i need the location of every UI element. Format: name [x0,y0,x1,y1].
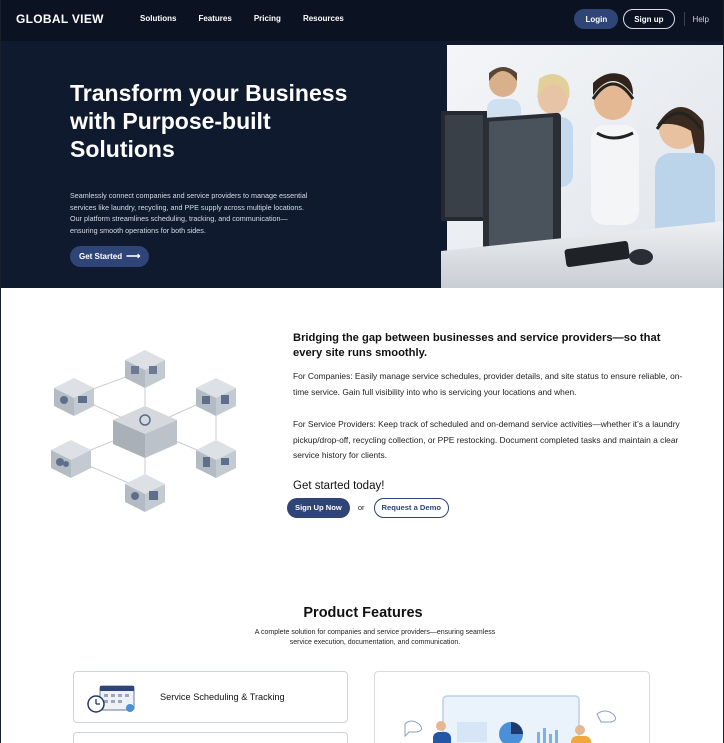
or-label: or [357,503,365,512]
brand-logo[interactable]: GLOBAL VIEW [16,12,104,26]
bridge-title: Bridging the gap between businesses and … [293,332,661,359]
cta-row: Sign Up Now or Request a Demo [287,497,683,518]
nav-link-solutions[interactable]: Solutions [140,14,176,23]
nav-link-pricing[interactable]: Pricing [254,14,281,23]
bridge-section: Bridging the gap between businesses and … [287,331,683,518]
features-title: Product Features [303,605,423,621]
page: GLOBAL VIEW Solutions Features Pricing R… [0,0,724,743]
signup-button[interactable]: Sign up [623,9,675,29]
nav-link-resources[interactable]: Resources [303,14,344,23]
get-started-heading: Get started today! [293,479,385,492]
help-link[interactable]: Help [693,15,709,24]
nav-actions: Login Sign up Help [574,9,709,29]
companies-text: For Companies: Easily manage service sch… [293,371,683,397]
providers-text: For Service Providers: Keep track of sch… [293,419,680,460]
get-started-button[interactable]: Get Started ⟶ [70,246,150,267]
features-subtitle: A complete solution for companies and se… [254,629,496,646]
hero-title: Transform your Business with Purpose-bui… [70,80,348,162]
dashboard-illustration [404,695,617,743]
feature-preview-illustration [374,671,650,743]
calendar-scheduling-icon [87,685,135,713]
feature-label: Service Scheduling & Tracking [160,692,285,702]
hero-section: Transform your Business with Purpose-bui… [1,41,723,288]
feature-card-next[interactable] [73,732,348,743]
login-button[interactable]: Login [574,9,619,29]
feature-card-scheduling[interactable]: Service Scheduling & Tracking [73,671,348,723]
call-center-photo [441,41,723,288]
center-cube [113,406,177,458]
network-illustration [51,350,236,512]
request-demo-button[interactable]: Request a Demo [373,497,450,518]
nav-link-features[interactable]: Features [198,14,231,23]
sign-up-now-button[interactable]: Sign Up Now [287,497,350,518]
arrow-right-icon: ⟶ [126,251,141,262]
nav-divider [683,12,685,26]
nav-links: Solutions Features Pricing Resources [140,14,366,23]
hero-description: Seamlessly connect companies and service… [70,191,308,235]
get-started-label: Get Started [79,252,123,261]
hero-text: Transform your Business with Purpose-bui… [70,79,380,236]
top-navbar: GLOBAL VIEW Solutions Features Pricing R… [1,0,723,41]
